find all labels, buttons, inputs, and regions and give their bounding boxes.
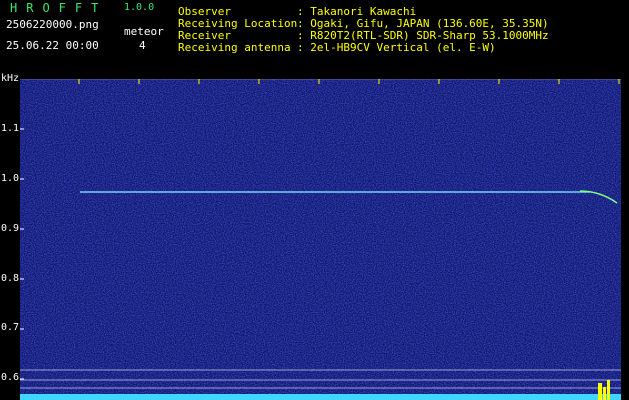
level-peak bbox=[603, 387, 606, 400]
spectrogram-noise bbox=[20, 79, 621, 400]
y-tick-label: 0.9 bbox=[1, 223, 20, 234]
level-peak bbox=[598, 383, 602, 400]
axis-unit: kHz bbox=[1, 73, 20, 84]
info-panel: Observer : Takanori Kawachi Receiving Lo… bbox=[0, 5, 629, 65]
y-tick-label: 1.0 bbox=[1, 173, 20, 184]
level-strip bbox=[20, 394, 621, 400]
level-peak bbox=[607, 380, 610, 400]
y-tick-label: 0.7 bbox=[1, 322, 20, 333]
y-tick-label: 0.6 bbox=[1, 372, 20, 383]
spectrogram bbox=[20, 79, 621, 400]
y-tick-label: 1.1 bbox=[1, 123, 20, 134]
info-value-antenna: : 2el-HB9CV Vertical (el. E-W) bbox=[297, 41, 496, 54]
y-tick-label: 0.8 bbox=[1, 273, 20, 284]
info-key-antenna: Receiving antenna bbox=[178, 41, 291, 54]
